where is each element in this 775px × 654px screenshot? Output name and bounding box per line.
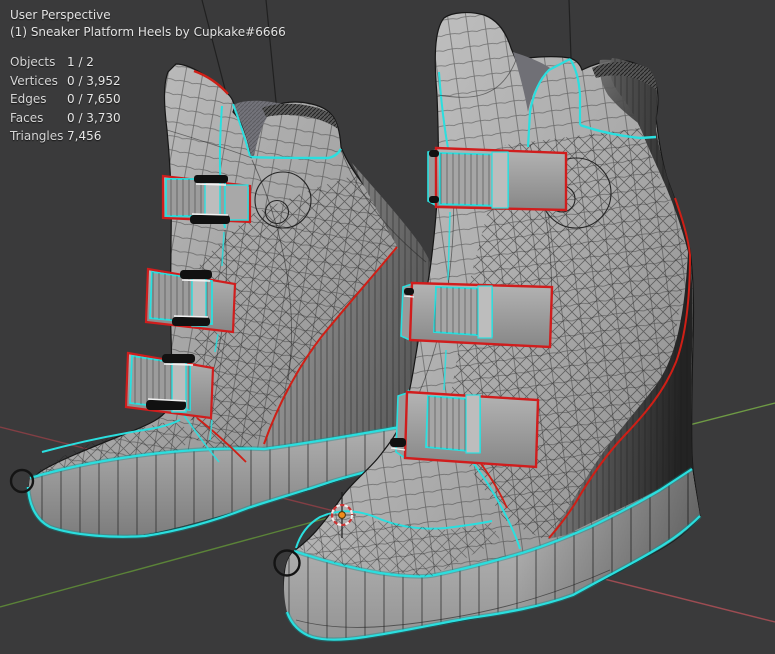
stat-vertices: Vertices 0 / 3,952 [10,72,121,91]
buckle-slot [172,317,210,326]
stat-faces: Faces 0 / 3,730 [10,109,121,128]
view-perspective-label: User Perspective [10,7,111,24]
buckle-slot [180,270,212,279]
stat-edges: Edges 0 / 7,650 [10,90,121,109]
stat-value: 7,456 [67,129,101,143]
buckle-slot [404,288,414,295]
scene-statistics: Objects 1 / 2 Vertices 0 / 3,952 Edges 0… [10,53,121,146]
buckle-slot [429,196,439,203]
stat-label: Triangles [10,129,67,143]
stat-value: 0 / 3,730 [67,111,121,125]
buckle-slot [162,354,195,363]
blender-3d-viewport[interactable]: User Perspective (1) Sneaker Platform He… [0,0,775,654]
stat-value: 0 / 7,650 [67,92,121,106]
stat-objects: Objects 1 / 2 [10,53,121,72]
buckle-slot [429,150,439,157]
stat-value: 1 / 2 [67,55,94,69]
shoe-right-straps[interactable] [428,148,566,210]
stat-label: Edges [10,92,67,106]
stat-triangles: Triangles 7,456 [10,127,121,146]
active-object-info: (1) Sneaker Platform Heels by Cupkake#66… [10,24,286,41]
buckle-slot [390,438,406,447]
stat-label: Objects [10,55,67,69]
buckle-slot [190,215,230,224]
buckle-slot [194,175,228,183]
stat-label: Vertices [10,74,67,88]
stat-label: Faces [10,111,67,125]
buckle-slot [146,400,186,410]
stat-value: 0 / 3,952 [67,74,121,88]
cursor-origin-dot [339,512,346,519]
